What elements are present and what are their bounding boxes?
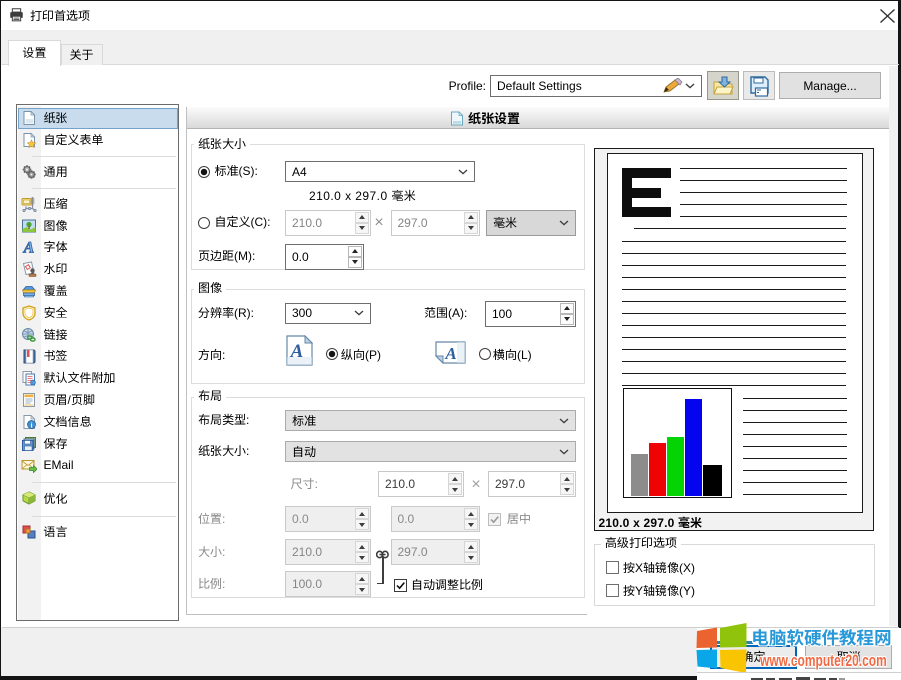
svg-text:A: A xyxy=(23,240,35,256)
svg-text:A: A xyxy=(290,341,304,362)
svg-text:i: i xyxy=(30,420,32,429)
svg-text:A: A xyxy=(444,344,456,363)
